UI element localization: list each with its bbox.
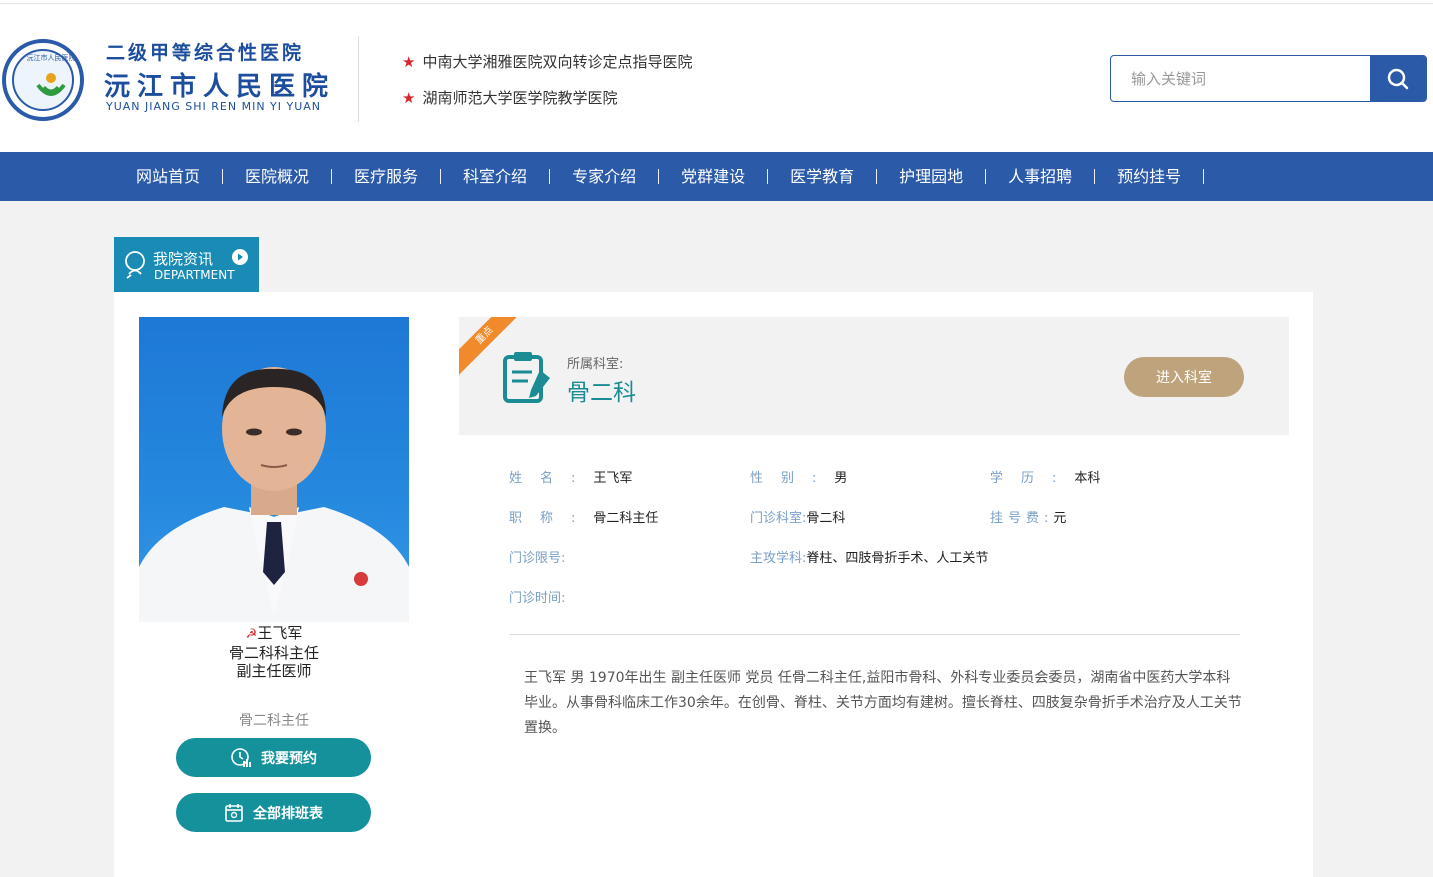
nav-divider [985, 169, 987, 184]
info-time: 门诊时间: [509, 587, 565, 606]
section-title: 我院资讯 [153, 250, 214, 268]
play-arrow-icon [232, 249, 248, 265]
info-name: 姓名: 王飞军 [509, 467, 632, 486]
doctor-dept-title: 骨二科主任 [239, 713, 309, 729]
honor-text: 中南大学湘雅医院双向转诊定点指导医院 [422, 53, 693, 71]
search-input[interactable] [1111, 56, 1371, 101]
info-specialty: 主攻学科: 脊柱、四肢骨折手术、人工关节 [750, 547, 988, 566]
enter-department-button[interactable]: 进入科室 [1124, 357, 1244, 397]
doctor-panel: ☭王飞军 骨二科科主任 副主任医师 骨二科主任 我要预约 全部排班表 重点 所属… [114, 292, 1313, 877]
nav-item-nursing[interactable]: 护理园地 [877, 152, 985, 201]
section-tag: 我院资讯 DEPARTMENT [114, 237, 259, 292]
honor-item: ★ 中南大学湘雅医院双向转诊定点指导医院 [402, 51, 692, 72]
dept-label: 所属科室: [567, 357, 624, 372]
info-gender: 性别: 男 [750, 467, 847, 486]
info-education: 学历: 本科 [990, 467, 1100, 486]
hospital-name[interactable]: 沅江市人民医院 [104, 66, 335, 103]
search-icon [1387, 68, 1409, 89]
info-specialty-value: 脊柱、四肢骨折手术、人工关节 [806, 551, 989, 566]
hospital-logo[interactable]: 沅江市人民医院 [2, 39, 84, 121]
info-gender-label: 性别: [750, 471, 835, 486]
doctor-photo [139, 317, 409, 622]
search-button[interactable] [1370, 56, 1426, 101]
main-nav: 网站首页 医院概况 医疗服务 科室介绍 专家介绍 党群建设 医学教育 护理园地 … [0, 152, 1433, 201]
logo-figure-icon [36, 73, 66, 96]
nav-divider [440, 169, 442, 184]
nav-item-party[interactable]: 党群建设 [659, 152, 767, 201]
clock-chart-icon [231, 747, 251, 767]
nav-divider [1203, 169, 1205, 184]
info-limit: 门诊限号: [509, 547, 565, 566]
doctor-name: 王飞军 [257, 624, 303, 642]
calendar-icon [225, 803, 243, 822]
doctor-position: 骨二科科主任 [228, 644, 319, 662]
info-education-value: 本科 [1074, 471, 1101, 486]
logo-ring-text: 沅江市人民医院 [26, 54, 76, 62]
doctor-rank: 副主任医师 [236, 662, 312, 680]
site-header: 沅江市人民医院 二级甲等综合性医院 沅江市人民医院 YUAN JIANG SHI… [0, 4, 1433, 152]
info-gender-value: 男 [834, 471, 848, 486]
nav-divider [1094, 169, 1096, 184]
nav-item-recruitment[interactable]: 人事招聘 [986, 152, 1094, 201]
info-fee-value: 元 [1053, 511, 1067, 526]
honor-item: ★ 湖南师范大学医学院教学医院 [402, 87, 617, 108]
doctor-portrait-image [139, 367, 409, 622]
info-name-value: 王飞军 [593, 471, 633, 486]
nav-item-education[interactable]: 医学教育 [768, 152, 876, 201]
nav-item-overview[interactable]: 医院概况 [223, 152, 331, 201]
nav-item-departments[interactable]: 科室介绍 [441, 152, 549, 201]
info-clinic: 门诊科室: 骨二科 [750, 507, 845, 526]
book-appointment-label: 我要预约 [261, 750, 317, 767]
info-name-label: 姓名: [509, 471, 594, 486]
info-fee: 挂号费: 元 [990, 507, 1066, 526]
full-schedule-button[interactable]: 全部排班表 [176, 793, 371, 832]
info-education-label: 学历: [990, 471, 1075, 486]
info-title: 职称: 骨二科主任 [509, 507, 658, 526]
info-time-label: 门诊时间: [509, 591, 566, 606]
info-fee-label: 挂号费: [990, 511, 1054, 526]
honor-text: 湖南师范大学医学院教学医院 [422, 89, 618, 107]
user-search-icon [125, 251, 145, 279]
nav-item-appointment[interactable]: 预约挂号 [1095, 152, 1203, 201]
star-icon: ★ [402, 88, 416, 107]
nav-divider [767, 169, 769, 184]
info-title-label: 职称: [509, 511, 594, 526]
info-clinic-value: 骨二科 [806, 511, 846, 526]
nav-divider [331, 169, 333, 184]
info-specialty-label: 主攻学科: [750, 551, 807, 566]
department-card: 重点 所属科室: 骨二科 进入科室 [459, 317, 1289, 435]
party-emblem-icon: ☭ [245, 627, 258, 642]
star-icon: ★ [402, 52, 416, 71]
section-subtitle: DEPARTMENT [154, 268, 235, 282]
nav-divider [549, 169, 551, 184]
nav-item-experts[interactable]: 专家介绍 [550, 152, 658, 201]
doctor-introduction: 王飞军 男 1970年出生 副主任医师 党员 任骨二科主任,益阳市骨科、外科专业… [524, 670, 1242, 736]
info-limit-label: 门诊限号: [509, 551, 566, 566]
info-clinic-label: 门诊科室: [750, 511, 807, 526]
hospital-pinyin: YUAN JIANG SHI REN MIN YI YUAN [106, 100, 322, 113]
nav-item-home[interactable]: 网站首页 [114, 152, 222, 201]
book-appointment-button[interactable]: 我要预约 [176, 738, 371, 777]
clipboard-icon [503, 352, 550, 403]
nav-item-medical-service[interactable]: 医疗服务 [332, 152, 440, 201]
header-divider [358, 36, 359, 122]
search-box [1110, 55, 1427, 102]
dept-name[interactable]: 骨二科 [567, 373, 636, 407]
divider-line [509, 634, 1240, 635]
hospital-grade-text: 二级甲等综合性医院 [106, 42, 305, 64]
info-title-value: 骨二科主任 [593, 511, 659, 526]
full-schedule-label: 全部排班表 [253, 805, 323, 822]
nav-divider [658, 169, 660, 184]
nav-divider [876, 169, 878, 184]
doctor-summary: ☭王飞军 骨二科科主任 副主任医师 [139, 624, 409, 680]
nav-divider [222, 169, 224, 184]
